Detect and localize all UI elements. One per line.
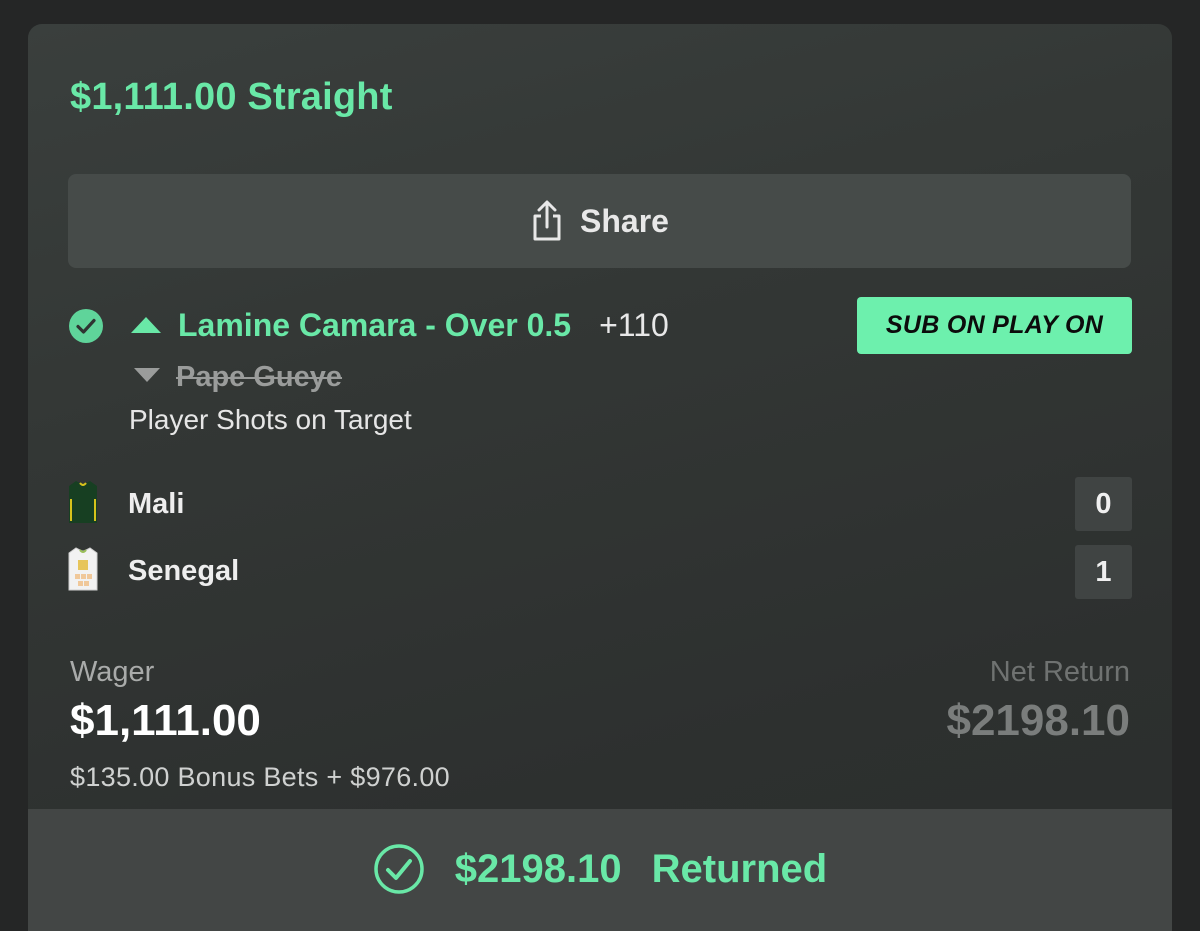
arrow-down-icon	[132, 366, 162, 389]
score-mali: 0	[1075, 477, 1132, 531]
team-name: Senegal	[128, 555, 240, 587]
returned-amount: $2198.10	[454, 846, 622, 891]
wager-label: Wager	[70, 656, 155, 688]
arrow-up-icon	[128, 314, 164, 336]
substituted-player-line: Pape Gueye	[132, 357, 342, 397]
player-off-name: Pape Gueye	[176, 360, 343, 393]
selection-odds: +110	[599, 306, 669, 343]
market-name: Player Shots on Target	[129, 404, 412, 435]
wager-detail: $135.00 Bonus Bets + $976.00	[70, 762, 450, 792]
team-name: Mali	[128, 488, 185, 520]
bet-card: $1,111.00 Straight Share Lamine Camara -…	[28, 24, 1172, 931]
wager-amount: $1,111.00	[70, 696, 261, 745]
score-senegal: 1	[1075, 545, 1132, 599]
share-label: Share	[580, 202, 669, 239]
share-button[interactable]: Share	[68, 174, 1131, 268]
team-row-mali: Mali	[68, 479, 184, 530]
jersey-icon	[68, 479, 98, 530]
check-circle-icon	[68, 308, 104, 344]
bet-title: $1,111.00 Straight	[70, 76, 393, 118]
check-circle-outline-icon	[373, 843, 425, 895]
sub-on-play-on-badge: SUB ON PLAY ON	[857, 297, 1132, 354]
jersey-icon	[68, 546, 98, 597]
net-return-label: Net Return	[989, 656, 1130, 688]
share-icon	[530, 200, 564, 242]
player-on-name: Lamine Camara - Over 0.5	[178, 306, 572, 343]
result-footer: $2198.10 Returned	[28, 809, 1172, 931]
selection-line: Lamine Camara - Over 0.5 +110	[128, 300, 669, 350]
net-return-amount: $2198.10	[946, 696, 1130, 745]
team-row-senegal: Senegal	[68, 546, 239, 597]
returned-status: Returned	[651, 846, 828, 891]
